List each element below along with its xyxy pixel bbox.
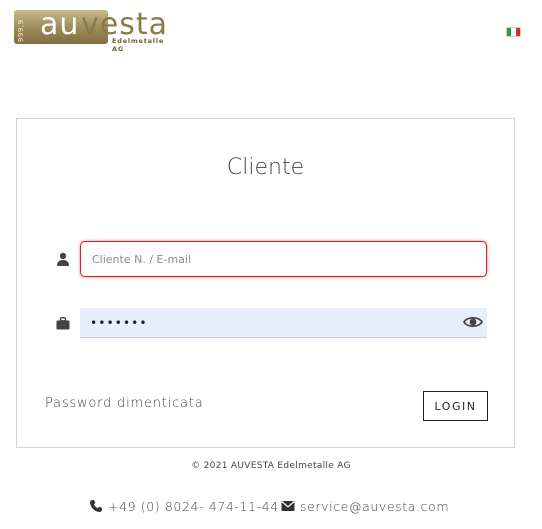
logo-au: au [40, 7, 80, 42]
password-input[interactable] [80, 308, 450, 337]
login-button[interactable]: LOGIN [423, 391, 488, 421]
envelope-icon [281, 501, 295, 511]
user-icon [55, 251, 71, 267]
logo-subtitle: Edelmetalle AG [112, 37, 165, 53]
phone-icon [90, 500, 102, 512]
email-address: service@auvesta.com [300, 498, 450, 514]
contact-phone[interactable]: +49 (0) 8024- 474-11-44 [89, 497, 279, 515]
contact-email[interactable]: service@auvesta.com [281, 497, 449, 515]
forgot-password-link[interactable]: Password dimenticata [45, 396, 204, 411]
login-card: Cliente Password dimenticata LOGIN [16, 118, 515, 448]
briefcase-icon [55, 315, 71, 331]
username-input[interactable] [81, 242, 486, 276]
password-field-wrapper [80, 308, 487, 338]
username-field-wrapper [80, 241, 487, 277]
italian-flag-icon[interactable] [506, 27, 521, 37]
copyright-text: © 2021 AUVESTA Edelmetalle AG [191, 461, 351, 471]
auvesta-logo[interactable]: 999,9 au vesta Edelmetalle AG [14, 6, 167, 53]
logo-badge: 999,9 [17, 19, 25, 42]
phone-number: +49 (0) 8024- 474-11-44 [108, 498, 279, 514]
login-title: Cliente [226, 155, 305, 180]
show-password-eye-icon[interactable] [462, 314, 484, 332]
